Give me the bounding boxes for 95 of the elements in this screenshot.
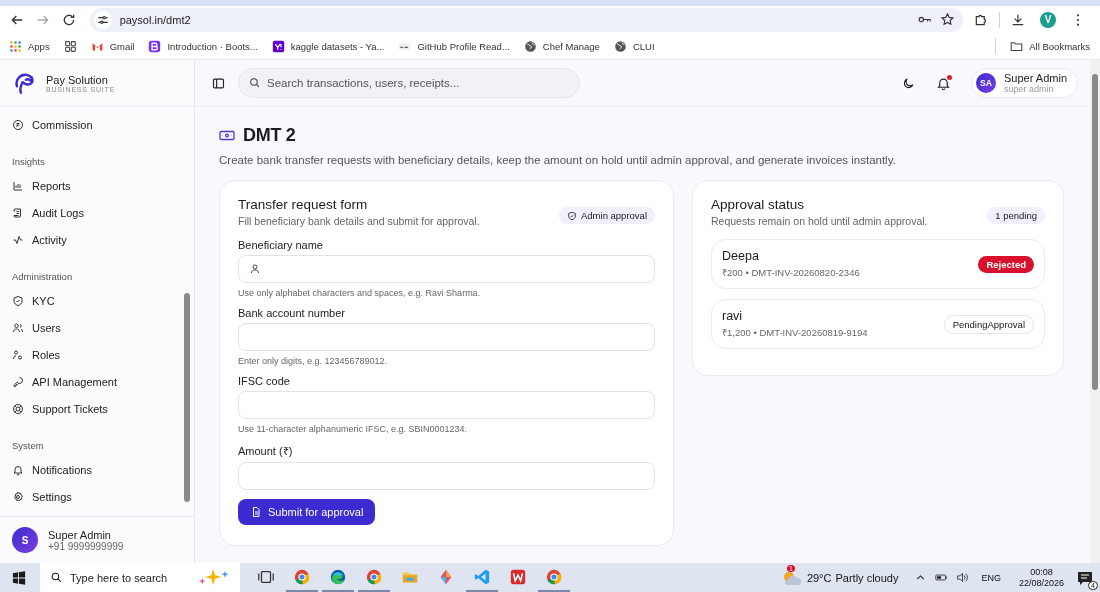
sidebar-item[interactable]: Activity: [12, 226, 177, 253]
scrollbar[interactable]: [1090, 60, 1100, 563]
folder-icon: [1010, 39, 1024, 53]
clock-date[interactable]: 22/08/2026: [1018, 577, 1064, 589]
request-detail: ₹1,200 • DMT-INV-20260819-9194: [722, 326, 868, 339]
lifebuoy-icon: [12, 402, 24, 415]
sidebar-item[interactable]: Reports: [12, 172, 177, 199]
star-icon[interactable]: [940, 12, 956, 27]
windows-start-icon[interactable]: [12, 570, 26, 585]
field-hint: Use only alphabet characters and spaces, e.g. Ravi Sharma.: [238, 288, 482, 298]
document-icon: [250, 506, 262, 518]
tab-groups-icon[interactable]: [63, 39, 77, 53]
bookmark-link[interactable]: Introduction · Boots...: [148, 39, 258, 53]
site-settings-icon[interactable]: [93, 10, 112, 29]
user-settings-icon: [12, 348, 24, 361]
pulse-icon: [12, 233, 24, 246]
sidebar-item[interactable]: Notifications: [12, 456, 177, 483]
key-icon: [12, 375, 24, 388]
square-logo-icon: [148, 39, 162, 53]
page-description: Create bank transfer requests with beneficiary details, keep the amount on hold until admin approval, and generate invoices instantly.: [219, 154, 897, 166]
globe-icon: [613, 39, 627, 53]
bookmark-link[interactable]: kaggle datasets - Ya...: [271, 39, 385, 53]
sidebar-item[interactable]: API Management: [12, 368, 177, 395]
request-item[interactable]: Deepa ₹200 • DMT-INV-20260820-2346 Rejected: [711, 239, 1045, 289]
field-label: Amount (₹): [238, 444, 294, 458]
request-name: Deepa: [722, 249, 760, 263]
bookmark-link[interactable]: Gmail: [90, 39, 135, 53]
field-label: IFSC code: [238, 375, 291, 387]
user-avatar: S: [12, 527, 38, 553]
input-field[interactable]: [238, 323, 655, 351]
brand-name: Pay Solution: [46, 73, 108, 86]
section-heading: System: [12, 438, 45, 453]
user-avatar: SA: [976, 73, 996, 93]
request-detail: ₹200 • DMT-INV-20260820-2346: [722, 266, 860, 279]
search-icon: [50, 571, 63, 584]
square-logo-icon: [271, 39, 285, 53]
input-field[interactable]: [238, 391, 655, 419]
all-bookmarks-button[interactable]: All Bookmarks: [1010, 39, 1090, 53]
input-field[interactable]: [238, 462, 655, 490]
card-subtitle: Requests remain on hold until admin approval.: [711, 215, 928, 227]
field-hint: Use 11-character alphanumeric IFSC, e.g. SBIN0001234.: [238, 424, 468, 434]
scroll-icon: [12, 206, 24, 219]
person-icon: [249, 263, 261, 275]
coin-icon: [12, 118, 24, 131]
card-title: Transfer request form: [238, 197, 369, 212]
admin-approval-badge: Admin approval: [559, 207, 655, 224]
temperature: 29°C: [806, 571, 832, 584]
bar-chart-icon: [12, 179, 24, 192]
submit-button[interactable]: Submit for approval: [238, 499, 376, 525]
apps-grid-icon: [9, 39, 22, 53]
pending-count-badge: 1 pending: [987, 207, 1045, 224]
field-hint: Enter only digits, e.g. 123456789012.: [238, 356, 389, 366]
field-label: Beneficiary name: [238, 239, 324, 251]
sidebar-item[interactable]: Audit Logs: [12, 199, 177, 226]
notification-bell-icon[interactable]: [936, 75, 951, 91]
sidebar-item[interactable]: Support Tickets: [12, 395, 177, 422]
bell-icon: [12, 463, 24, 476]
address-bar[interactable]: paysol.in/dmt2: [89, 7, 964, 32]
bookmark-link[interactable]: Apps: [9, 39, 50, 53]
bookmark-link[interactable]: GitHub Profile Read...: [398, 39, 510, 53]
settings-icon: [12, 490, 24, 503]
input-field[interactable]: [238, 255, 655, 283]
weather-condition: Partly cloudy: [835, 571, 899, 584]
globe-icon: [523, 39, 537, 53]
bookmark-link[interactable]: CLUI: [613, 39, 655, 53]
status-badge: PendingApproval: [943, 314, 1034, 334]
sidebar-item[interactable]: Commission: [12, 111, 177, 138]
sidebar-item[interactable]: Users: [12, 314, 177, 341]
taskbar-search-field[interactable]: Type here to search: [40, 563, 240, 592]
search-field[interactable]: Search transactions, users, receipts...: [238, 68, 580, 98]
sidebar-toggle-icon[interactable]: [211, 75, 226, 91]
clock-time[interactable]: 00:08: [1030, 566, 1053, 578]
user-menu[interactable]: SA Super Admin super admin: [971, 68, 1078, 98]
user-phone: +91 9999999999: [48, 540, 124, 552]
section-heading: Insights: [12, 154, 46, 169]
request-name: ravi: [722, 309, 744, 323]
field-label: Bank account number: [238, 307, 346, 319]
section-heading: Administration: [12, 269, 74, 284]
shield-icon: [12, 294, 24, 307]
bookmark-link[interactable]: Chef Manage: [523, 39, 600, 53]
status-badge: Rejected: [978, 255, 1034, 273]
card-subtitle: Fill beneficiary bank details and submit for approval.: [238, 215, 480, 227]
language-indicator[interactable]: ENG: [981, 572, 1001, 583]
user-name: Super Admin: [48, 528, 112, 541]
sidebar-item[interactable]: Roles: [12, 341, 177, 368]
users-icon: [12, 321, 24, 334]
speaker-icon[interactable]: [956, 571, 970, 584]
request-item[interactable]: ravi ₹1,200 • DMT-INV-20260819-9194 PendingApproval: [711, 299, 1045, 349]
banknote-icon: [219, 130, 235, 141]
sidebar-item[interactable]: Settings: [12, 483, 177, 510]
sidebar-item[interactable]: KYC: [12, 287, 177, 314]
search-icon: [248, 76, 261, 89]
page-title: DMT 2: [243, 125, 296, 146]
card-title: Approval status: [711, 197, 806, 212]
battery-icon[interactable]: [935, 571, 949, 584]
